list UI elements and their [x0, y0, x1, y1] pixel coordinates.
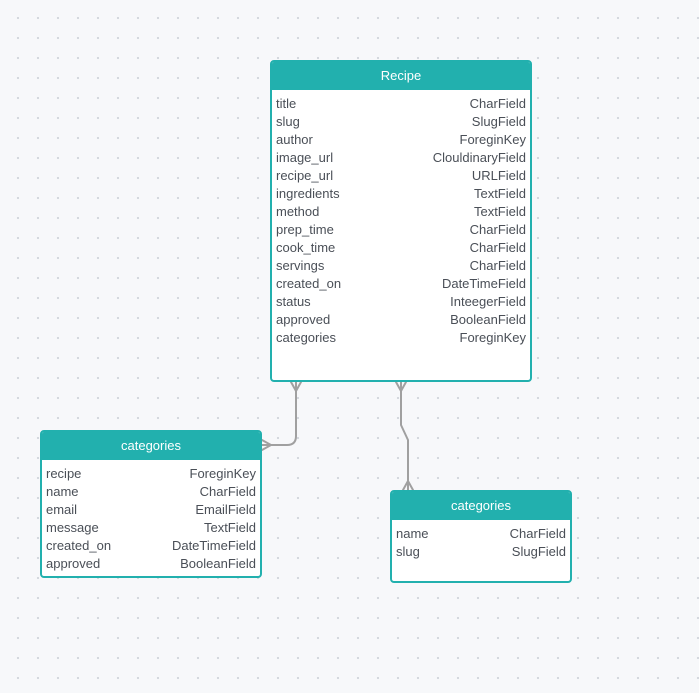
- field-name: recipe_url: [276, 168, 334, 183]
- field-name: servings: [276, 258, 325, 273]
- field-name: cook_time: [276, 240, 336, 255]
- field-type: CharField: [469, 222, 526, 237]
- field-name: email: [46, 502, 78, 517]
- field-type: DateTimeField: [171, 538, 256, 553]
- field-type: TextField: [473, 186, 526, 201]
- field-name: author: [276, 132, 313, 147]
- field-type: CharField: [469, 258, 526, 273]
- field-row[interactable]: recipe_url URLField: [276, 167, 526, 185]
- field-type: ForeginKey: [189, 466, 256, 481]
- field-type: DateTimeField: [441, 276, 526, 291]
- field-row[interactable]: ingredients TextField: [276, 185, 526, 203]
- field-row[interactable]: image_url ClouldinaryField: [276, 149, 526, 167]
- field-name: method: [276, 204, 320, 219]
- field-type: BooleanField: [450, 312, 526, 327]
- field-row[interactable]: cook_time CharField: [276, 239, 526, 257]
- field-name: categories: [276, 330, 336, 345]
- field-name: name: [396, 526, 429, 541]
- field-name: slug: [276, 114, 300, 129]
- field-name: recipe: [46, 466, 82, 481]
- entity-header: Recipe: [272, 62, 530, 90]
- field-row[interactable]: approved BooleanField: [46, 555, 256, 573]
- field-row[interactable]: name CharField: [46, 483, 256, 501]
- field-name: approved: [46, 556, 101, 571]
- field-type: BooleanField: [180, 556, 256, 571]
- field-row[interactable]: servings CharField: [276, 257, 526, 275]
- field-row[interactable]: email EmailField: [46, 501, 256, 519]
- field-name: prep_time: [276, 222, 334, 237]
- field-name: approved: [276, 312, 331, 327]
- field-type: SlugField: [471, 114, 526, 129]
- field-type: CharField: [469, 96, 526, 111]
- field-row[interactable]: categories ForeginKey: [276, 329, 526, 347]
- field-type: InteegerField: [450, 294, 526, 309]
- field-type: ForeginKey: [459, 132, 526, 147]
- field-name: message: [46, 520, 99, 535]
- field-name: status: [276, 294, 311, 309]
- field-row[interactable]: slug SlugField: [276, 113, 526, 131]
- entity-header: categories: [392, 492, 570, 520]
- field-name: name: [46, 484, 79, 499]
- field-name: slug: [396, 544, 420, 559]
- field-type: TextField: [473, 204, 526, 219]
- entity-header: categories: [42, 432, 260, 460]
- connector-recipe-categories-right[interactable]: [395, 381, 414, 491]
- entity-fields: title CharField slug SlugField author Foreg…: [272, 90, 530, 347]
- entity-categories-left[interactable]: categories recipe ForeginKey name CharFiel…: [40, 430, 262, 578]
- field-row[interactable]: status InteegerField: [276, 293, 526, 311]
- field-row[interactable]: prep_time CharField: [276, 221, 526, 239]
- field-name: title: [276, 96, 297, 111]
- connector-recipe-categories-left[interactable]: [261, 381, 302, 451]
- field-row[interactable]: title CharField: [276, 95, 526, 113]
- field-name: image_url: [276, 150, 334, 165]
- field-row[interactable]: message TextField: [46, 519, 256, 537]
- field-type: EmailField: [195, 502, 256, 517]
- field-type: TextField: [203, 520, 256, 535]
- entity-fields: name CharField slug SlugField: [392, 520, 570, 561]
- entity-categories-right[interactable]: categories name CharField slug SlugField: [390, 490, 572, 583]
- field-type: SlugField: [511, 544, 566, 559]
- field-row[interactable]: created_on DateTimeField: [276, 275, 526, 293]
- field-type: ClouldinaryField: [432, 150, 526, 165]
- field-type: ForeginKey: [459, 330, 526, 345]
- field-name: created_on: [276, 276, 342, 291]
- entity-fields: recipe ForeginKey name CharField email Emai…: [42, 460, 260, 573]
- field-row[interactable]: name CharField: [396, 525, 566, 543]
- entity-recipe[interactable]: Recipe title CharField slug SlugField auth…: [270, 60, 532, 382]
- field-row[interactable]: author ForeginKey: [276, 131, 526, 149]
- field-row[interactable]: slug SlugField: [396, 543, 566, 561]
- field-row[interactable]: method TextField: [276, 203, 526, 221]
- field-row[interactable]: recipe ForeginKey: [46, 465, 256, 483]
- field-type: CharField: [199, 484, 256, 499]
- field-row[interactable]: approved BooleanField: [276, 311, 526, 329]
- field-type: CharField: [469, 240, 526, 255]
- field-row[interactable]: created_on DateTimeField: [46, 537, 256, 555]
- field-name: created_on: [46, 538, 112, 553]
- field-name: ingredients: [276, 186, 340, 201]
- field-type: URLField: [471, 168, 526, 183]
- field-type: CharField: [509, 526, 566, 541]
